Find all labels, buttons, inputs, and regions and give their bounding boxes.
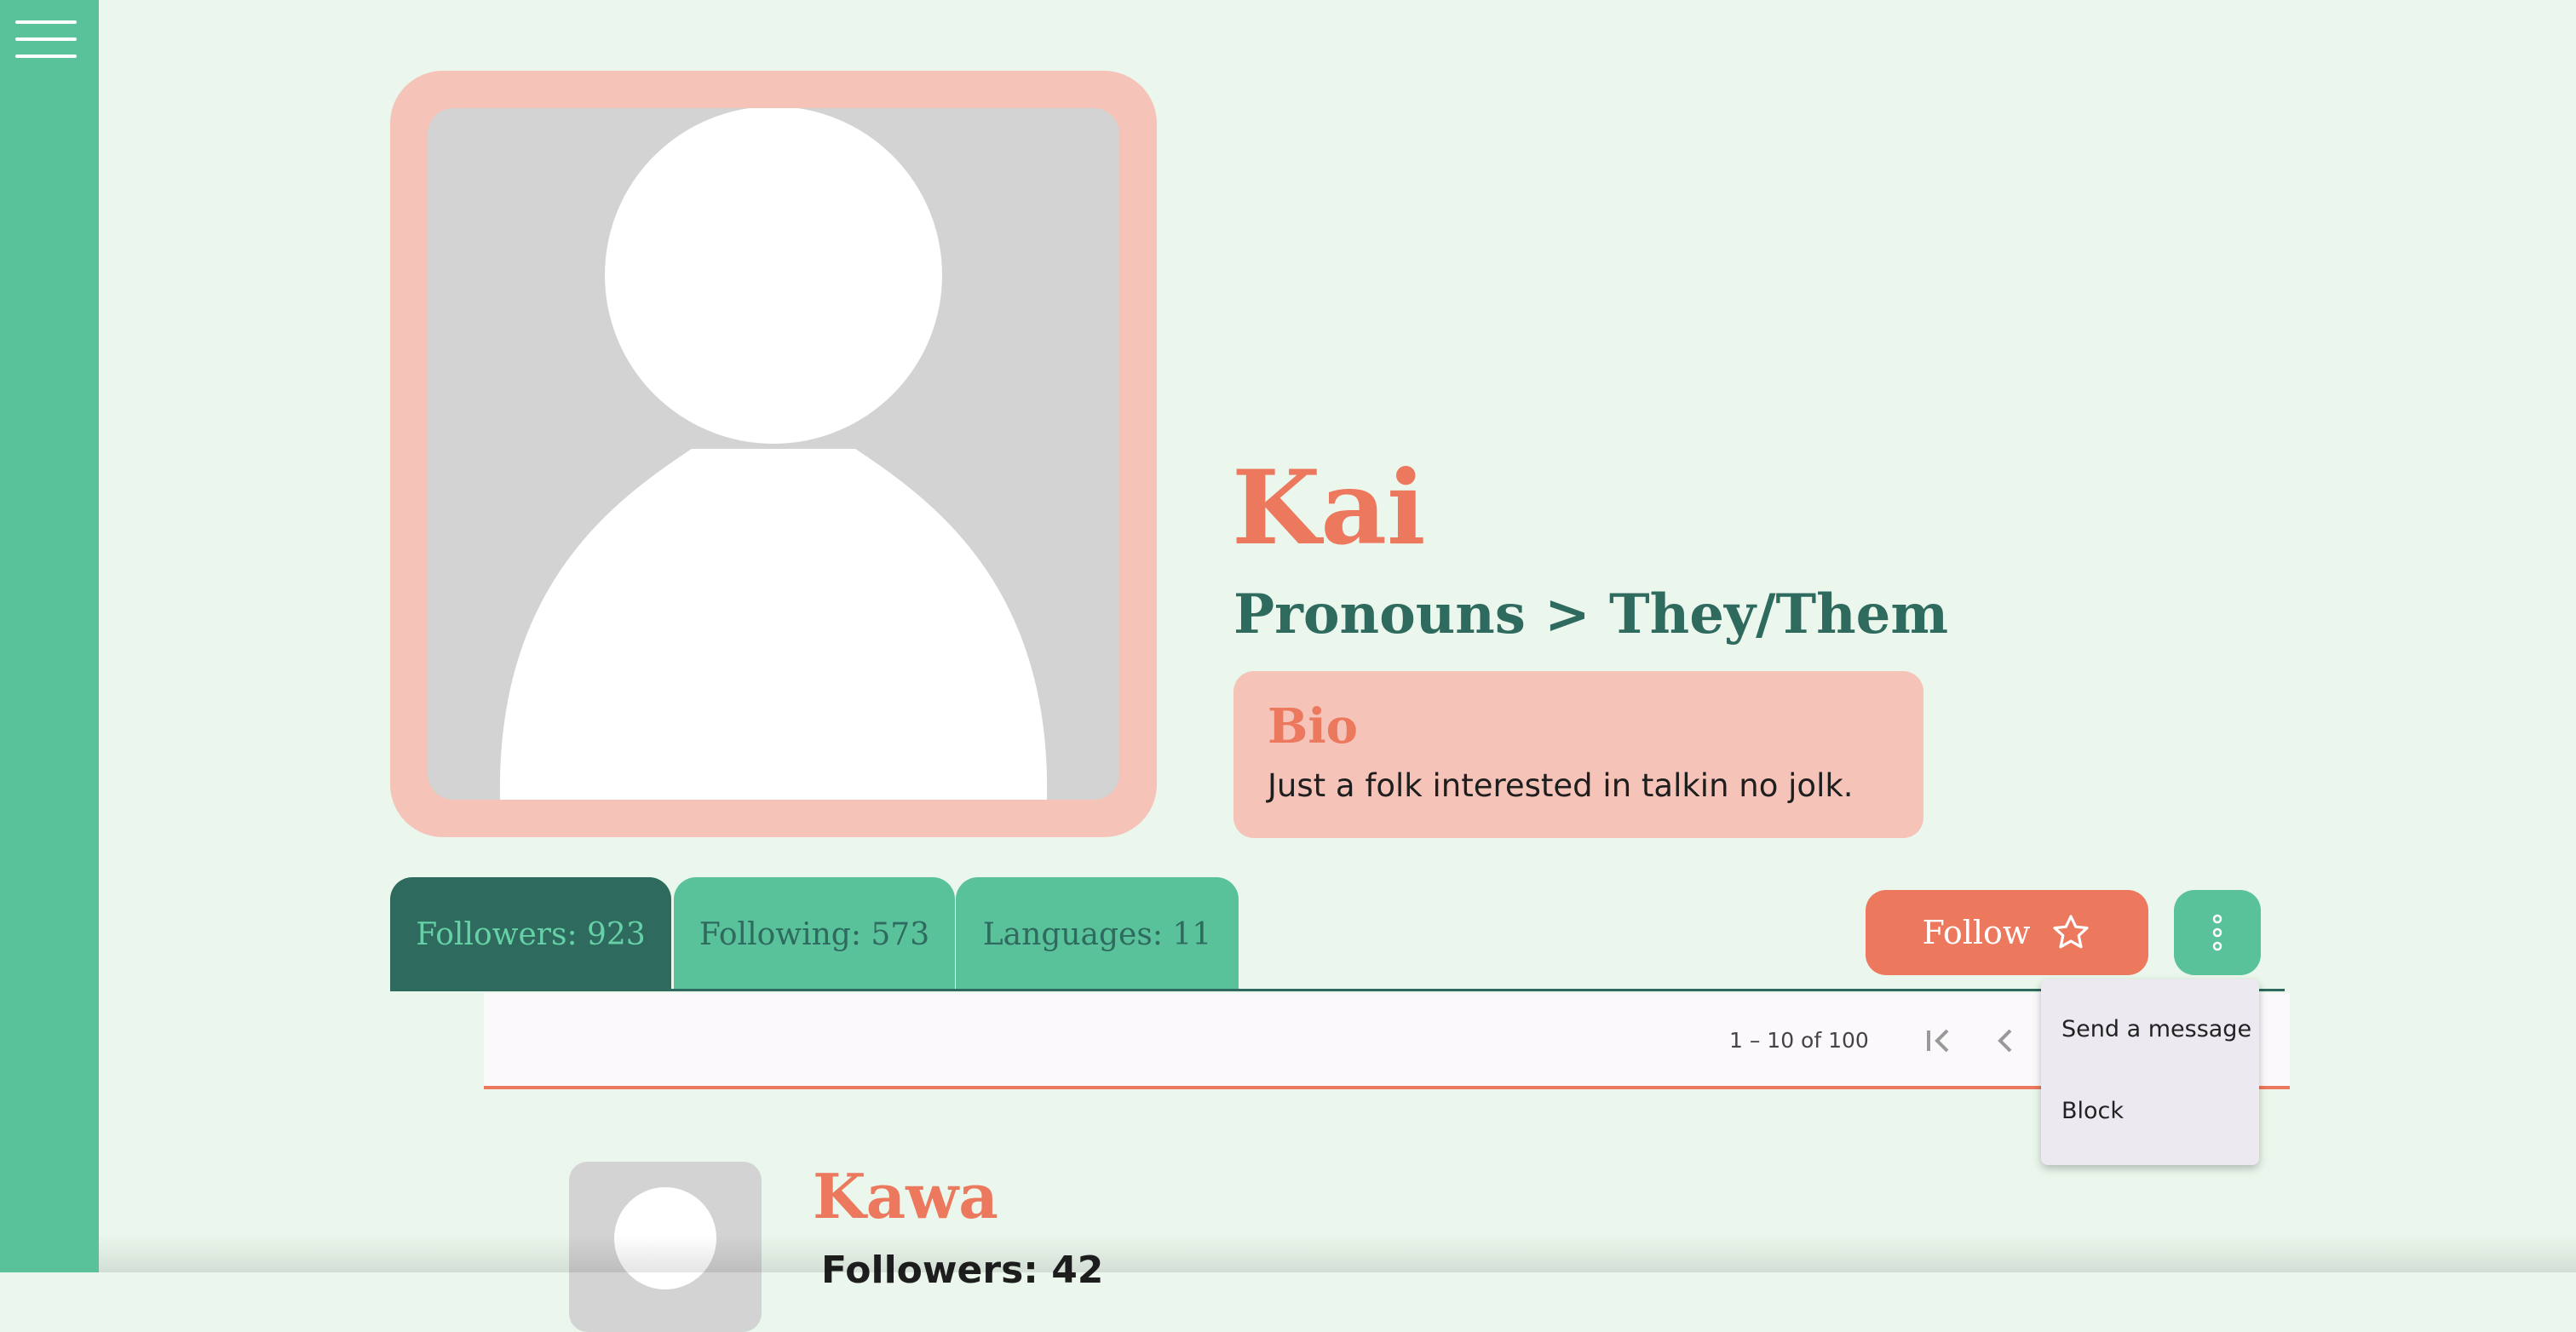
follow-button[interactable]: Follow xyxy=(1866,890,2148,975)
bio-text: Just a folk interested in talkin no jolk… xyxy=(1268,767,1854,804)
star-outline-icon xyxy=(2053,915,2090,949)
bio-card: Bio Just a folk interested in talkin no … xyxy=(1233,671,1923,838)
paginator-divider xyxy=(484,1086,2290,1089)
more-vertical-icon xyxy=(2212,914,2222,951)
more-options-button[interactable] xyxy=(2174,890,2261,975)
menu-item-send-message[interactable]: Send a message xyxy=(2041,991,2259,1068)
tab-languages[interactable]: Languages: 11 xyxy=(956,877,1239,991)
profile-avatar-frame xyxy=(390,71,1157,837)
profile-name: Kai xyxy=(1232,448,1426,568)
follow-button-label: Follow xyxy=(1922,914,2031,951)
profile-avatar xyxy=(428,108,1119,800)
more-options-menu: Send a message Block xyxy=(2041,979,2259,1165)
paginator-range-label: 1 – 10 of 100 xyxy=(1729,1028,1869,1053)
menu-item-block[interactable]: Block xyxy=(2041,1073,2259,1150)
bio-title: Bio xyxy=(1268,698,1358,755)
bottom-fade xyxy=(99,1235,2576,1272)
hamburger-menu-icon[interactable] xyxy=(15,19,80,63)
profile-pronouns: Pronouns > They/Them xyxy=(1233,583,1949,646)
chevron-left-icon xyxy=(1998,1029,2012,1053)
default-user-icon xyxy=(499,108,1048,800)
list-item-name[interactable]: Kawa xyxy=(813,1150,998,1243)
sidebar xyxy=(0,0,99,1272)
previous-page-button[interactable] xyxy=(1985,1020,2026,1061)
first-page-button[interactable] xyxy=(1918,1020,1959,1061)
tab-divider xyxy=(390,989,2285,991)
first-page-icon xyxy=(1927,1029,1949,1053)
tab-followers[interactable]: Followers: 923 xyxy=(390,877,671,991)
tab-following[interactable]: Following: 573 xyxy=(674,877,955,991)
